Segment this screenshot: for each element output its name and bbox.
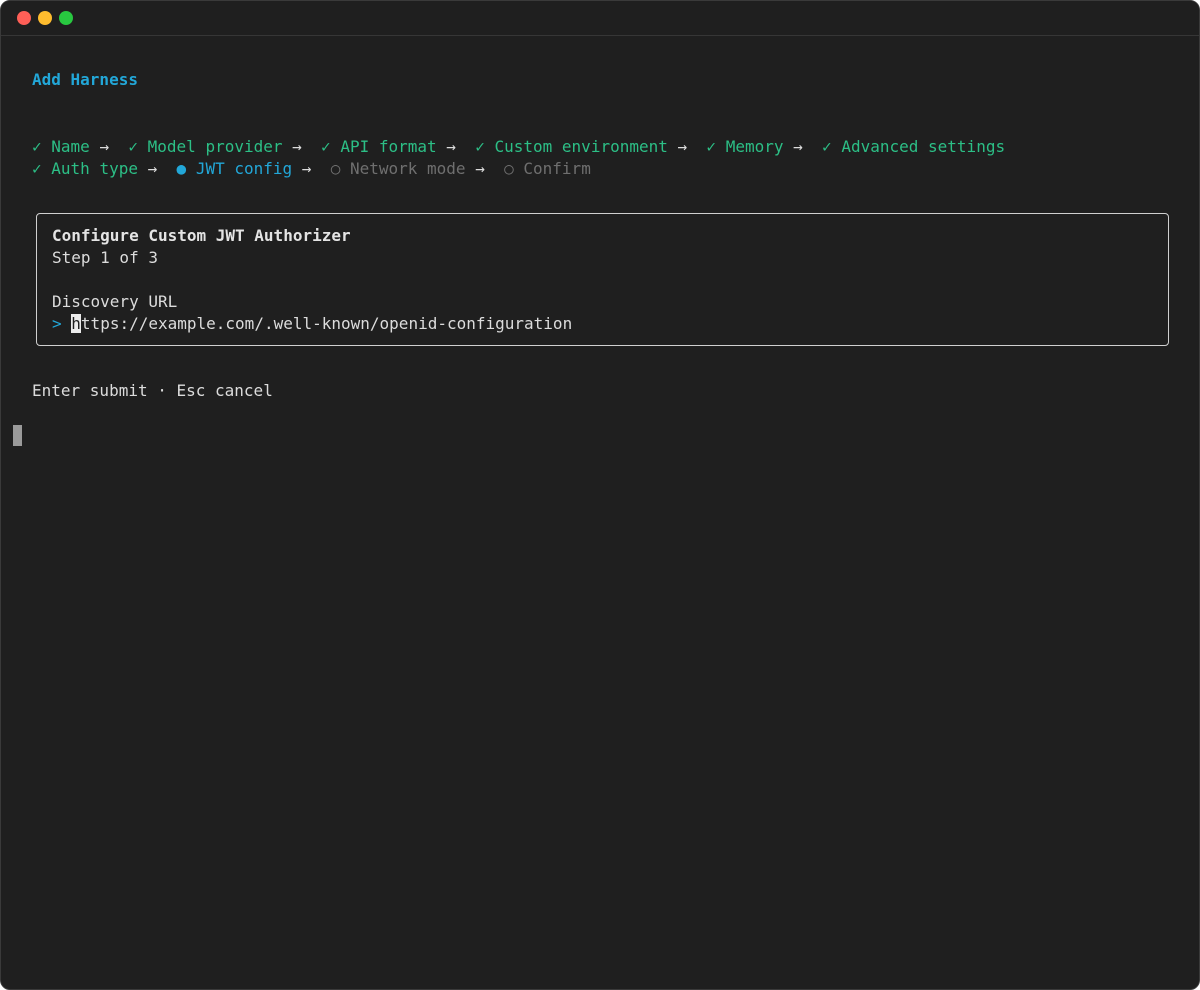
progress-steps-row-2: ✓ Auth type → ● JWT config → ○ Network m… [32,158,591,180]
step-auth-type: ✓ Auth type [32,159,138,178]
discovery-url-value: ttps://example.com/.well-known/openid-co… [80,314,573,333]
panel-step-indicator: Step 1 of 3 [52,248,158,267]
check-icon: ✓ [32,137,42,156]
check-icon: ✓ [32,159,42,178]
arrow-icon: → [793,137,803,156]
arrow-icon: → [292,137,302,156]
step-confirm: ○ Confirm [504,159,591,178]
panel-title: Configure Custom JWT Authorizer [52,226,351,245]
title-bar [1,1,1199,36]
terminal-window: Add Harness ✓ Name → ✓ Model provider → … [0,0,1200,990]
arrow-icon: → [301,159,312,178]
step-name: ✓ Name [32,137,90,156]
terminal-cursor [13,425,22,446]
keyboard-hint: Enter submit · Esc cancel [32,381,273,400]
maximize-window-button[interactable] [59,11,73,25]
check-icon: ✓ [321,137,331,156]
step-api-format: ✓ API format [321,137,437,156]
check-icon: ✓ [475,137,485,156]
prompt-icon: > [52,314,62,333]
check-icon: ✓ [822,137,832,156]
step-network-mode: ○ Network mode [330,159,466,178]
jwt-config-panel: Configure Custom JWT Authorizer Step 1 o… [36,213,1169,346]
step-custom-environment: ✓ Custom environment [475,137,668,156]
check-icon: ✓ [128,137,138,156]
progress-steps-row-1: ✓ Name → ✓ Model provider → ✓ API format… [32,136,1005,158]
arrow-icon: → [677,137,688,156]
pending-circle-icon: ○ [504,159,514,178]
arrow-icon: → [99,137,110,156]
arrow-icon: → [475,159,485,178]
check-icon: ✓ [706,137,717,156]
active-dot-icon: ● [176,159,187,178]
step-memory: ✓ Memory [706,137,784,156]
arrow-icon: → [147,159,158,178]
step-jwt-config: ● JWT config [176,159,293,178]
text-cursor: h [71,314,81,333]
close-window-button[interactable] [17,11,31,25]
discovery-url-input[interactable]: > https://example.com/.well-known/openid… [52,313,572,335]
step-advanced-settings: ✓ Advanced settings [822,137,1006,156]
discovery-url-label: Discovery URL [52,292,178,311]
pending-circle-icon: ○ [330,159,341,178]
minimize-window-button[interactable] [38,11,52,25]
step-model-provider: ✓ Model provider [128,137,283,156]
page-title: Add Harness [32,70,138,89]
arrow-icon: → [446,137,456,156]
